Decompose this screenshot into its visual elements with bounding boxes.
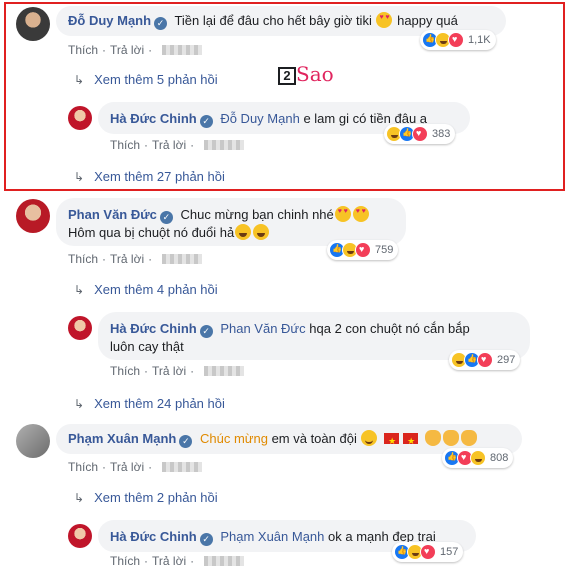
blurred-timestamp <box>162 462 203 472</box>
comment-actions: Thích · Trả lời · <box>68 43 203 57</box>
view-more-replies[interactable]: ↳ Xem thêm 27 phản hồi <box>74 169 225 184</box>
comment-text-line2: Hôm qua bị chuột nó đuổi hả <box>68 225 235 240</box>
blurred-timestamp <box>204 556 245 566</box>
reply-link[interactable]: Trả lời <box>110 252 144 266</box>
avatar[interactable] <box>16 424 50 458</box>
clap-emoji-icon <box>460 430 477 446</box>
clap-emoji-icon <box>442 430 459 446</box>
comment-text: Tiền lại để đâu cho hết bây giờ tiki <box>174 13 372 28</box>
reply-arrow-icon: ↳ <box>74 397 85 411</box>
verified-icon: ✓ <box>199 325 213 338</box>
like-link[interactable]: Thích <box>110 364 140 378</box>
avatar[interactable] <box>68 316 92 340</box>
reaction-summary[interactable]: 297 <box>449 350 521 370</box>
reply-arrow-icon: ↳ <box>74 73 85 87</box>
avatar[interactable] <box>68 524 92 548</box>
reply-link[interactable]: Trả lời <box>110 43 144 57</box>
highlight-text: Chúc mừng <box>199 431 268 446</box>
reply-arrow-icon: ↳ <box>74 170 85 184</box>
comment-bubble: Phan Văn Đức✓ Chuc mừng bạn chinh nhé Hô… <box>56 198 406 246</box>
reply-link[interactable]: Trả lời <box>152 138 186 152</box>
reaction-count: 157 <box>440 546 459 558</box>
haha-reaction-icon <box>470 450 486 466</box>
blurred-timestamp <box>204 366 245 376</box>
verified-icon: ✓ <box>159 211 173 224</box>
watermark-logo: 2 Sao <box>278 62 334 86</box>
heart-eyes-emoji-icon <box>334 206 351 222</box>
verified-icon: ✓ <box>179 435 193 448</box>
like-link[interactable]: Thích <box>68 252 98 266</box>
blurred-timestamp <box>162 254 203 264</box>
comment-text: em và toàn đội <box>271 431 357 446</box>
reaction-count: 1,1K <box>468 34 491 46</box>
reaction-count: 297 <box>497 354 516 366</box>
reply-link[interactable]: Trả lời <box>110 460 144 474</box>
comment-author[interactable]: Đỗ Duy Mạnh <box>68 13 151 28</box>
love-reaction-icon <box>420 544 436 560</box>
mention-link[interactable]: Đỗ Duy Mạnh <box>220 111 299 126</box>
like-link[interactable]: Thích <box>68 460 98 474</box>
blurred-timestamp <box>162 45 203 55</box>
reaction-summary[interactable]: 808 <box>442 448 514 468</box>
vietnam-flag-icon <box>403 432 419 450</box>
reaction-summary[interactable]: 157 <box>392 542 464 562</box>
view-more-replies[interactable]: ↳ Xem thêm 2 phản hồi <box>74 490 218 505</box>
reply-author[interactable]: Hà Đức Chinh <box>110 321 197 336</box>
view-more-replies[interactable]: ↳ Xem thêm 4 phản hồi <box>74 282 218 297</box>
wink-emoji-icon <box>361 430 378 446</box>
comment-text: Chuc mừng bạn chinh nhé <box>180 207 334 222</box>
reply-text: hqa 2 con chuột nó cắn bắp <box>309 321 470 336</box>
view-more-replies[interactable]: ↳ Xem thêm 24 phản hồi <box>74 396 225 411</box>
vietnam-flag-icon <box>384 432 400 450</box>
avatar[interactable] <box>68 106 92 130</box>
like-link[interactable]: Thích <box>68 43 98 57</box>
mention-link[interactable]: Phan Văn Đức <box>220 321 305 336</box>
like-link[interactable]: Thích <box>110 554 140 568</box>
reply-actions: Thích · Trả lời · <box>110 554 245 568</box>
laughing-emoji-icon <box>253 224 270 240</box>
clap-emoji-icon <box>424 430 441 446</box>
heart-eyes-emoji-icon <box>352 206 369 222</box>
reply-arrow-icon: ↳ <box>74 491 85 505</box>
avatar[interactable] <box>16 7 50 41</box>
reaction-count: 383 <box>432 128 451 140</box>
love-reaction-icon <box>477 352 493 368</box>
reaction-summary[interactable]: 759 <box>327 240 399 260</box>
avatar[interactable] <box>16 199 50 233</box>
laughing-emoji-icon <box>235 224 252 240</box>
reaction-summary[interactable]: 1,1K <box>420 30 496 50</box>
verified-icon: ✓ <box>154 17 168 30</box>
reply-arrow-icon: ↳ <box>74 283 85 297</box>
comment-actions: Thích · Trả lời · <box>68 460 203 474</box>
blurred-timestamp <box>204 140 245 150</box>
reaction-count: 759 <box>375 244 394 256</box>
reaction-summary[interactable]: 383 <box>384 124 456 144</box>
love-reaction-icon <box>448 32 464 48</box>
view-more-replies[interactable]: ↳ Xem thêm 5 phản hồi <box>74 72 218 87</box>
love-reaction-icon <box>412 126 428 142</box>
verified-icon: ✓ <box>199 533 213 546</box>
reply-author[interactable]: Hà Đức Chinh <box>110 111 197 126</box>
comment-actions: Thích · Trả lời · <box>68 252 203 266</box>
reaction-count: 808 <box>490 452 509 464</box>
reply-actions: Thích · Trả lời · <box>110 364 245 378</box>
mention-link[interactable]: Phạm Xuân Mạnh <box>220 529 324 544</box>
reply-link[interactable]: Trả lời <box>152 554 186 568</box>
love-reaction-icon <box>355 242 371 258</box>
reply-author[interactable]: Hà Đức Chinh <box>110 529 197 544</box>
verified-icon: ✓ <box>199 115 213 128</box>
comment-text-after: happy quá <box>397 13 458 28</box>
comment-author[interactable]: Phạm Xuân Mạnh <box>68 431 176 446</box>
reply-link[interactable]: Trả lời <box>152 364 186 378</box>
like-link[interactable]: Thích <box>110 138 140 152</box>
heart-eyes-emoji-icon <box>376 12 393 28</box>
reply-actions: Thích · Trả lời · <box>110 138 245 152</box>
comment-author[interactable]: Phan Văn Đức <box>68 207 157 222</box>
